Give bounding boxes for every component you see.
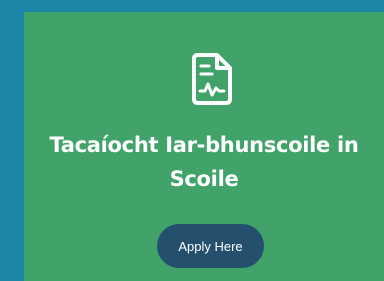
card-title-line-1: Tacaíocht Iar-bhunscoile in bbox=[49, 133, 359, 157]
card-title: Tacaíocht Iar-bhunscoile in Scoile bbox=[24, 128, 384, 196]
card-title-line-2: Scoile bbox=[169, 167, 239, 191]
apply-here-button[interactable]: Apply Here bbox=[157, 224, 264, 268]
medical-report-document-icon bbox=[190, 51, 234, 107]
